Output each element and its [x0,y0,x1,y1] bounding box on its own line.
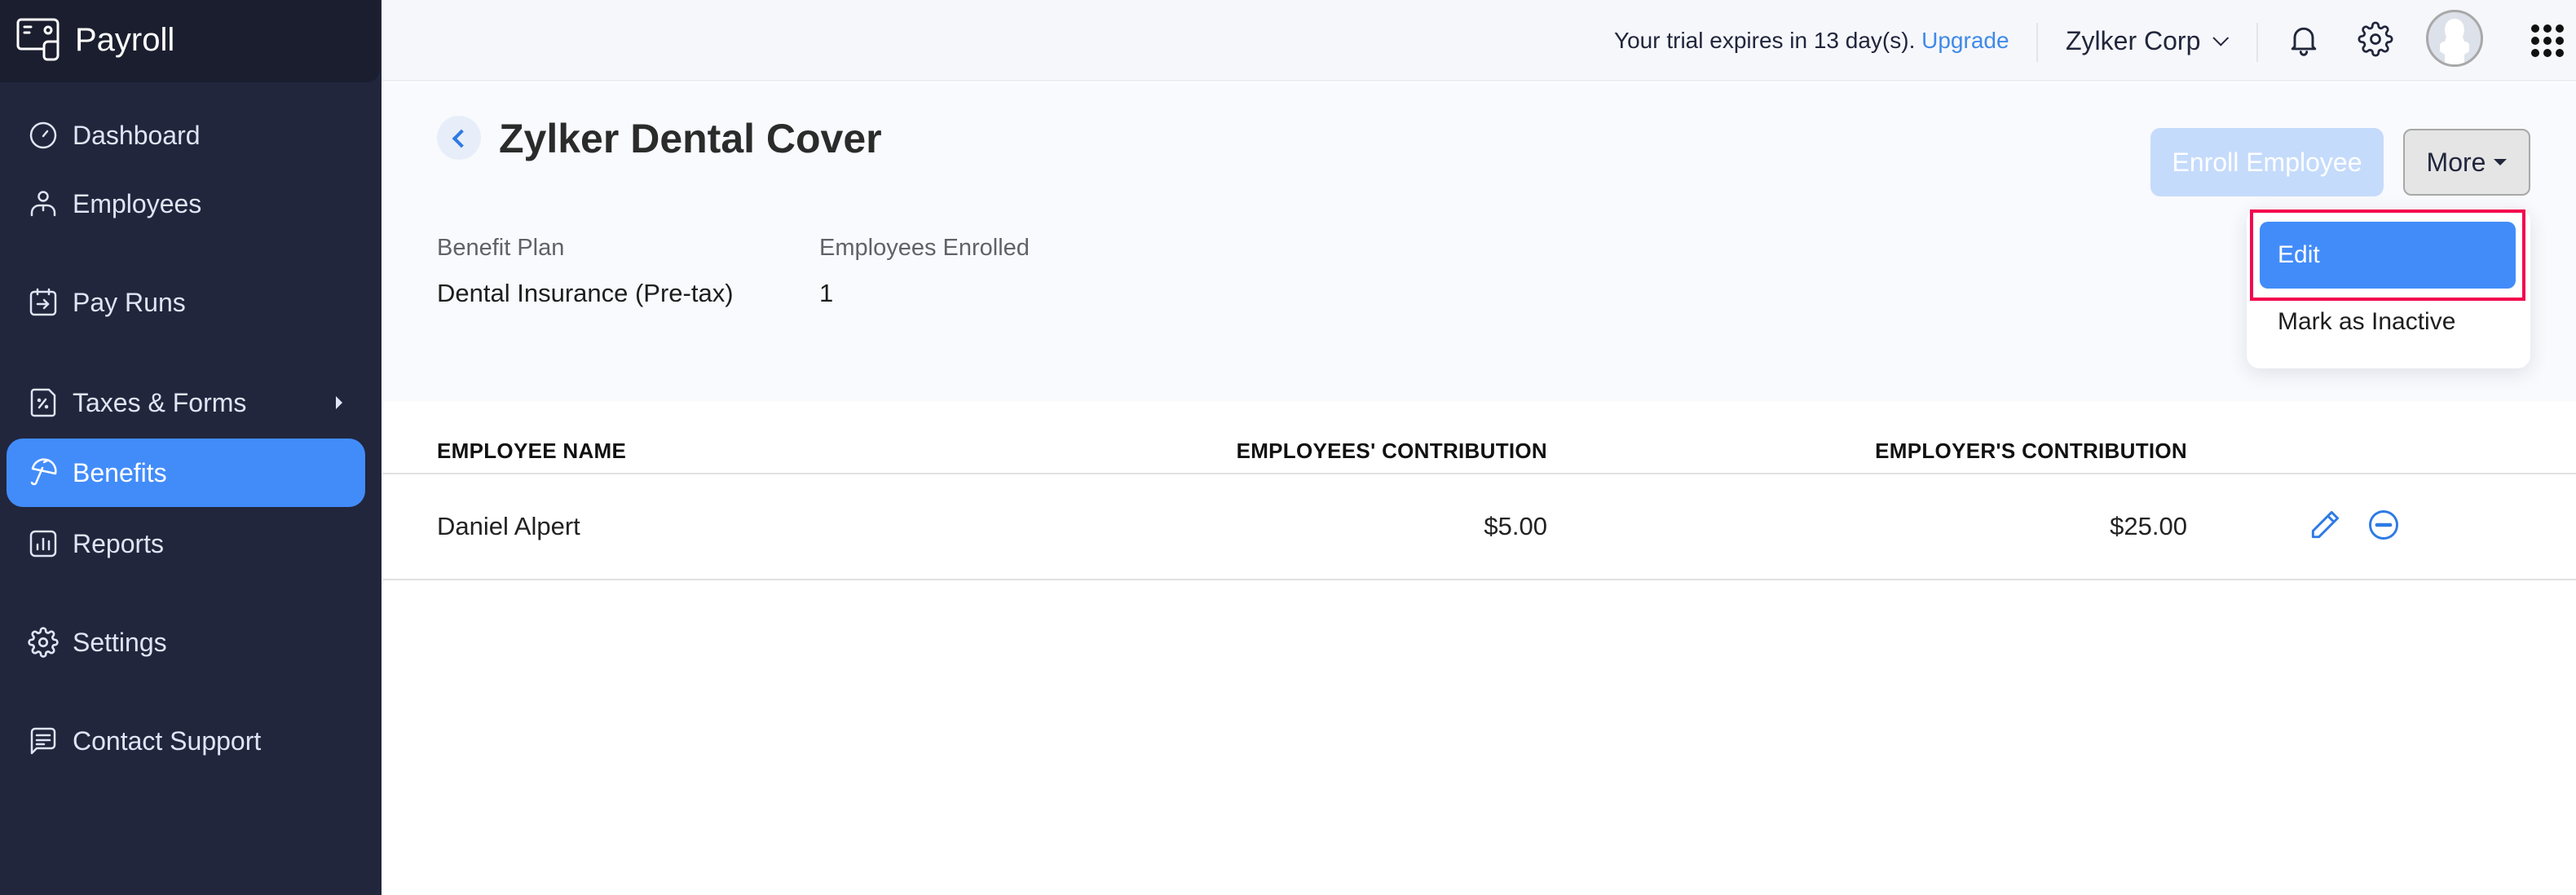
user-silhouette-icon [2440,19,2469,64]
menu-item-edit[interactable]: Edit [2260,222,2516,289]
divider [2256,23,2258,62]
payroll-logo-icon [16,18,60,61]
gauge-icon [29,121,57,149]
sidebar-item-reports[interactable]: Reports [7,509,365,578]
sidebar-item-label: Settings [73,627,167,657]
sidebar-item-benefits[interactable]: Benefits [7,439,365,507]
header-divider [383,473,2576,474]
employees-enrolled-label: Employees Enrolled [819,235,1030,261]
gear-icon[interactable] [2358,21,2393,57]
sidebar-item-dashboard[interactable]: Dashboard [7,101,365,170]
page-title: Zylker Dental Cover [499,116,882,161]
bar-chart-icon [29,530,57,558]
divider [2036,23,2038,62]
top-bar: Your trial expires in 13 day(s). Upgrade… [382,0,2576,82]
trial-text: Your trial expires in 13 day(s). [1614,28,1916,53]
brand-header[interactable]: Payroll [0,0,380,82]
sidebar-item-settings[interactable]: Settings [7,608,365,677]
row-divider [383,579,2576,580]
column-header-employees-contribution: EMPLOYEES' CONTRIBUTION [1236,439,1547,463]
benefit-plan-value: Dental Insurance (Pre-tax) [437,279,734,307]
user-icon [30,191,56,217]
avatar[interactable] [2426,10,2483,67]
column-header-employee-name: EMPLOYEE NAME [437,439,627,463]
upgrade-link[interactable]: Upgrade [1921,28,2009,53]
column-header-employers-contribution: EMPLOYER'S CONTRIBUTION [1875,439,2187,463]
calendar-arrow-icon [29,288,57,316]
umbrella-icon [30,458,57,486]
sidebar-item-label: Employees [73,188,202,218]
employer-contribution-cell: $25.00 [2110,512,2187,540]
employees-enrolled-value: 1 [819,279,834,307]
sidebar: Payroll Dashboard Employees Pay Runs Tax… [0,0,382,895]
enroll-employee-button[interactable]: Enroll Employee [2150,128,2384,196]
remove-circle-icon[interactable] [2366,507,2402,543]
chevron-down-icon [2212,29,2230,46]
more-button[interactable]: More [2403,129,2530,196]
trial-notice: Your trial expires in 13 day(s). Upgrade [1614,28,2009,54]
sidebar-item-label: Reports [73,528,165,558]
organization-name: Zylker Corp [2066,26,2201,55]
tax-document-icon [30,388,56,417]
employee-contribution-cell: $5.00 [1484,512,1547,540]
sidebar-item-label: Contact Support [73,725,262,756]
sidebar-item-contact-support[interactable]: Contact Support [7,707,365,775]
more-dropdown-menu: Edit Mark as Inactive [2247,209,2530,368]
sidebar-item-label: Benefits [73,457,167,487]
sidebar-item-taxes-forms[interactable]: Taxes & Forms [7,368,365,437]
app-name: Payroll [75,22,175,58]
organization-switcher[interactable]: Zylker Corp [2066,26,2230,56]
sidebar-item-label: Pay Runs [73,287,186,317]
back-button[interactable] [437,116,481,160]
submenu-arrow-icon [336,396,342,409]
sidebar-item-label: Dashboard [73,120,201,150]
benefit-plan-label: Benefit Plan [437,235,565,261]
sidebar-item-employees[interactable]: Employees [7,170,365,238]
employee-name-cell[interactable]: Daniel Alpert [437,512,580,541]
gear-icon [28,627,59,658]
caret-down-icon [2494,159,2508,165]
bell-icon[interactable] [2286,21,2322,57]
more-button-label: More [2426,147,2486,177]
menu-item-mark-inactive[interactable]: Mark as Inactive [2260,289,2516,355]
sidebar-item-label: Taxes & Forms [73,387,247,417]
edit-pencil-icon[interactable] [2307,507,2343,543]
sidebar-item-pay-runs[interactable]: Pay Runs [7,268,365,337]
apps-grid-icon[interactable] [2531,24,2564,57]
chat-icon [30,727,56,755]
